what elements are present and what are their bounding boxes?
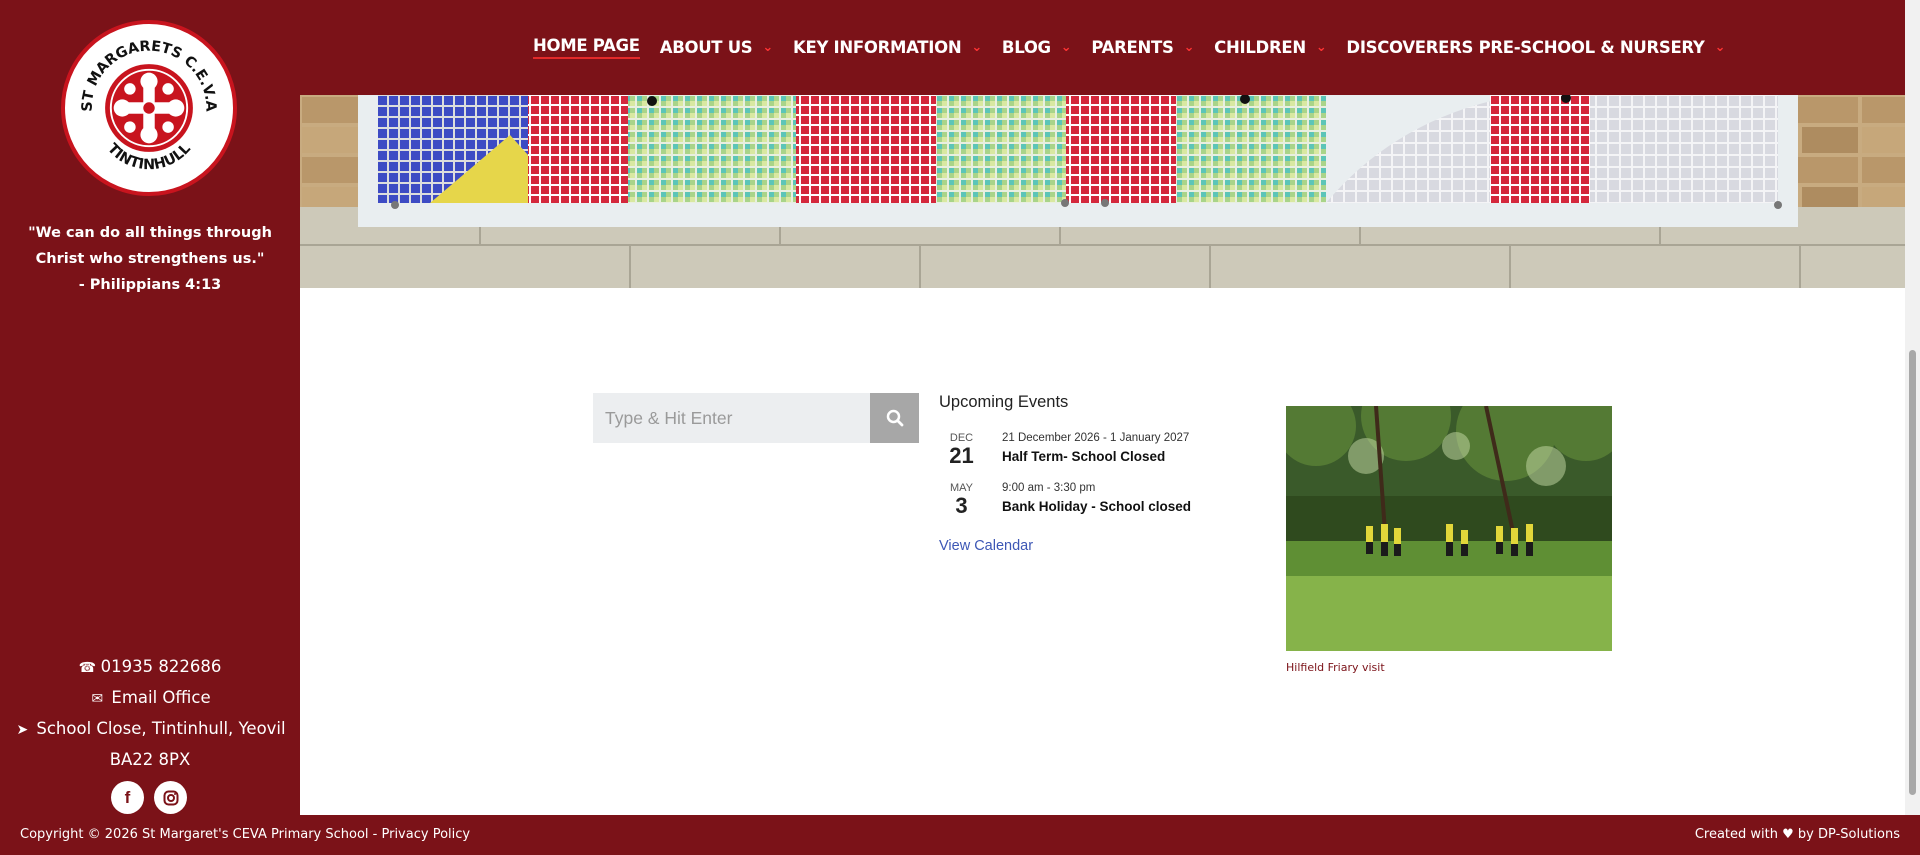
event-date: DEC 21 (939, 432, 1002, 468)
chevron-down-icon: ⌄ (1315, 40, 1327, 55)
heart-icon: ♥ (1782, 827, 1794, 842)
event-day: 3 (955, 493, 968, 518)
event-title-link[interactable]: Half Term- School Closed (1002, 449, 1189, 464)
phone-link[interactable]: ☎ 01935 822686 (10, 652, 290, 683)
nav-item-home-page[interactable]: HOME PAGE (533, 36, 640, 59)
address-line-2: BA22 8PX (109, 750, 191, 769)
instagram-icon[interactable] (154, 781, 187, 814)
nav-item-label: KEY INFORMATION (792, 38, 962, 57)
footer-credit-suffix: by DP-Solutions (1797, 827, 1900, 842)
search-input[interactable] (593, 393, 870, 443)
motto-line-2: Christ who strengthens us." (35, 251, 265, 267)
address-line-1[interactable]: ➤ School Close, Tintinhull, Yeovil (10, 714, 290, 745)
search-button[interactable] (870, 393, 919, 443)
address-text: School Close, Tintinhull, Yeovil (36, 719, 286, 738)
nav-item-discoverers-pre-school[interactable]: DISCOVERERS PRE-SCHOOL & NURSERY ⌄ (1346, 36, 1725, 59)
event-time: 21 December 2026 - 1 January 2027 (1002, 432, 1190, 444)
event-date: MAY 3 (939, 482, 1002, 518)
facebook-icon[interactable]: f (111, 781, 144, 814)
phone-number: 01935 822686 (100, 657, 222, 676)
nav-item-blog[interactable]: BLOG ⌄ (1001, 36, 1072, 59)
event-day: 21 (949, 443, 974, 468)
event-item[interactable]: DEC 21 21 December 2026 - 1 January 2027… (939, 432, 1259, 468)
nav-item-key-information[interactable]: KEY INFORMATION ⌄ (793, 36, 982, 59)
email-link[interactable]: ✉ Email Office (10, 683, 290, 714)
nav-item-label: HOME PAGE (533, 36, 640, 55)
school-logo[interactable]: ST MARGARETS C.E.V.A TINTINHULL (61, 20, 237, 196)
email-label: Email Office (111, 688, 211, 707)
email-icon: ✉ (91, 691, 104, 707)
contact-info: ☎ 01935 822686 ✉ Email Office ➤ School Clos… (10, 652, 290, 774)
event-item[interactable]: MAY 3 9:00 am - 3:30 pm Bank Holiday - S… (939, 482, 1259, 518)
nav-item-about-us[interactable]: ABOUT US ⌄ (659, 36, 774, 59)
event-info: 9:00 am - 3:30 pm Bank Holiday - School … (1002, 482, 1191, 518)
footer-credit-prefix: Created with (1694, 827, 1778, 842)
view-calendar-link[interactable]: View Calendar (939, 538, 1033, 554)
nav-item-label: PARENTS (1091, 38, 1174, 57)
nav-item-label: BLOG (1001, 38, 1051, 57)
site-footer: Copyright © 2026 St Margaret's CEVA Prim… (0, 815, 1920, 855)
search-icon (886, 409, 903, 427)
nav-item-label: DISCOVERERS PRE-SCHOOL & NURSERY (1346, 38, 1705, 57)
chevron-down-icon: ⌄ (762, 40, 773, 55)
location-arrow-icon: ➤ (16, 722, 29, 738)
chevron-down-icon: ⌄ (1714, 40, 1726, 55)
school-motto: "We can do all things through Christ who… (20, 220, 280, 298)
phone-icon: ☎ (78, 660, 97, 676)
top-navigation: HOME PAGE ABOUT US ⌄ KEY INFORMATION ⌄ BLO… (300, 0, 1920, 95)
gallery-photo[interactable] (1286, 406, 1612, 651)
page-scrollbar[interactable] (1905, 0, 1920, 815)
motto-reference: - Philippians 4:13 (78, 277, 222, 293)
social-links: f (111, 781, 191, 814)
events-heading: Upcoming Events (939, 393, 1069, 411)
scrollbar-thumb[interactable] (1909, 350, 1916, 795)
nav-item-label: ABOUT US (659, 38, 753, 57)
nav-item-parents[interactable]: PARENTS ⌄ (1091, 36, 1194, 59)
event-time: 9:00 am - 3:30 pm (1002, 482, 1096, 494)
event-info: 21 December 2026 - 1 January 2027 Half T… (1002, 432, 1189, 468)
upcoming-events-widget: Upcoming Events DEC 21 21 December 2026 … (939, 393, 1259, 555)
chevron-down-icon: ⌄ (1060, 40, 1072, 55)
photo-caption[interactable]: Hilfield Friary visit (1286, 661, 1385, 674)
chevron-down-icon: ⌄ (971, 40, 982, 55)
sidebar: ST MARGARETS C.E.V.A TINTINHULL "We can … (0, 0, 300, 815)
nav-item-children[interactable]: CHILDREN ⌄ (1214, 36, 1327, 59)
footer-copyright[interactable]: Copyright © 2026 St Margaret's CEVA Prim… (20, 827, 470, 842)
motto-line-1: "We can do all things through (28, 225, 272, 241)
event-title-link[interactable]: Bank Holiday - School closed (1002, 499, 1191, 514)
nav-menu: HOME PAGE ABOUT US ⌄ KEY INFORMATION ⌄ BLO… (533, 36, 1745, 59)
footer-credit[interactable]: Created with ♥ by DP-Solutions (1695, 827, 1900, 842)
chevron-down-icon: ⌄ (1183, 40, 1195, 55)
nav-item-label: CHILDREN (1214, 38, 1306, 57)
hero-mosaic-image (300, 95, 1905, 288)
